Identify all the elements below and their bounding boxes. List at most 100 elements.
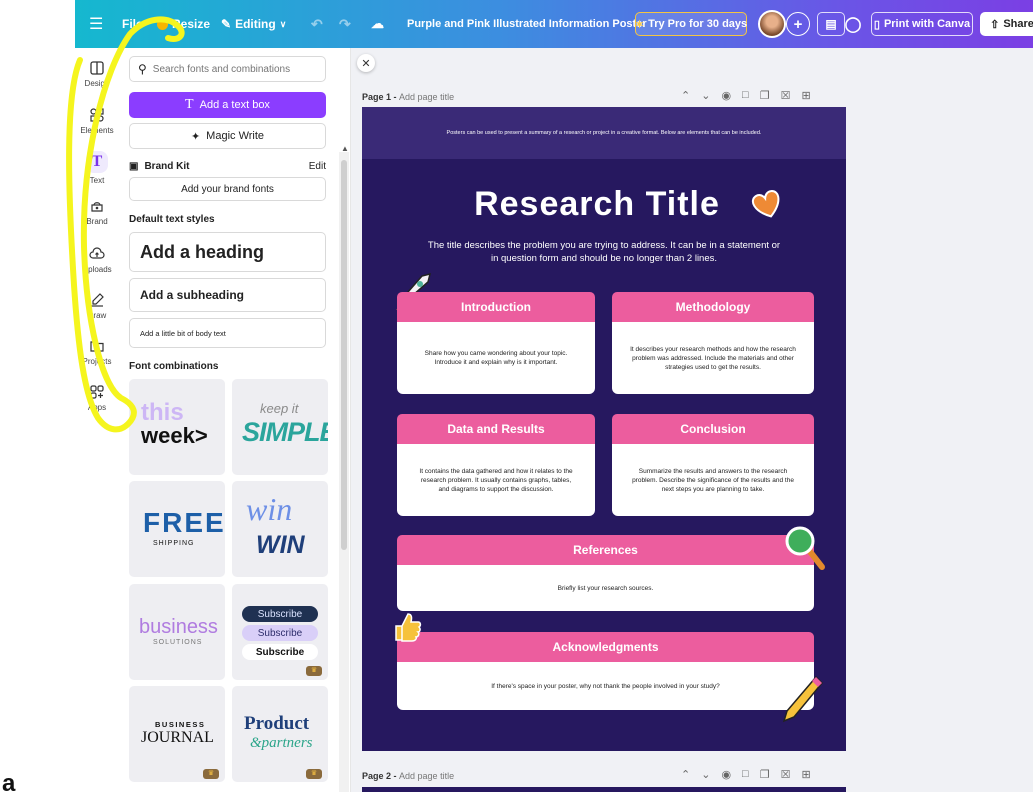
resize-button[interactable]: Resize [157, 0, 210, 48]
add-heading-button[interactable]: Add a heading [129, 232, 326, 272]
data-results-heading: Data and Results [447, 422, 545, 436]
font-combo-free-shipping[interactable]: FREE SHIPPING [129, 481, 225, 577]
poster-page-2[interactable] [362, 787, 846, 792]
data-results-card-body[interactable]: It contains the data gathered and how it… [397, 444, 595, 516]
cloud-sync-icon[interactable]: ☁ [371, 0, 384, 48]
menu-icon[interactable]: ☰ [89, 0, 103, 48]
introduction-heading: Introduction [461, 300, 531, 314]
font-combo-product-partners[interactable]: Product &partners ♛ [232, 686, 328, 782]
add-brand-fonts-label: Add your brand fonts [181, 183, 274, 195]
poster-page-1[interactable]: Posters can be used to present a summary… [362, 107, 846, 751]
pro-crown-icon: ♛ [306, 769, 322, 779]
tile-text-subscribe-white: Subscribe [242, 644, 318, 660]
lock-icon[interactable]: □ [742, 89, 749, 102]
references-card-body[interactable]: Briefly list your research sources. [397, 565, 814, 611]
rail-item-brand[interactable]: Brand [75, 198, 119, 226]
editing-dropdown[interactable]: ✎ Editing ∨ [221, 0, 286, 48]
rail-item-elements[interactable]: Elements [75, 107, 119, 135]
add-subheading-button[interactable]: Add a subheading [129, 278, 326, 312]
page-2-toolbar: ⌃ ⌄ ◉ □ ❐ ☒ ⊞ [681, 768, 811, 781]
font-combo-win-win[interactable]: win WIN [232, 481, 328, 577]
conclusion-card-body[interactable]: Summarize the results and answers to the… [612, 444, 814, 516]
add-brand-fonts-button[interactable]: Add your brand fonts [129, 177, 326, 201]
page-2-label: Page 2 - [362, 771, 397, 781]
comment-icon[interactable]: ◯ [840, 12, 866, 36]
page-2-title-input[interactable]: Add page title [399, 771, 454, 781]
methodology-heading: Methodology [675, 300, 751, 314]
rail-item-uploads[interactable]: Uploads [75, 246, 119, 274]
introduction-card-header[interactable]: Introduction [397, 292, 595, 322]
acknowledgments-card-body[interactable]: If there's space in your poster, why not… [397, 662, 814, 710]
brand-kit-icon: ▣ [129, 160, 139, 172]
add-page-icon[interactable]: ⊞ [801, 89, 810, 102]
rail-item-design[interactable]: Design [75, 60, 119, 88]
pro-crown-icon: ♛ [306, 666, 322, 676]
panel-scrollbar[interactable] [339, 152, 349, 792]
tile-text-business: business [139, 616, 218, 638]
add-collaborator-icon[interactable]: + [786, 12, 810, 36]
delete-icon[interactable]: ☒ [781, 89, 791, 102]
share-button[interactable]: ⇧ Share [980, 12, 1033, 36]
search-box[interactable]: ⚲ [129, 56, 326, 82]
add-body-text-button[interactable]: Add a little bit of body text [129, 318, 326, 348]
tile-text-shipping: SHIPPING [153, 540, 195, 547]
methodology-card-body[interactable]: It describes your research methods and h… [612, 322, 814, 394]
panel-scrollbar-thumb[interactable] [341, 160, 347, 550]
introduction-card-body[interactable]: Share how you came wondering about your … [397, 322, 595, 394]
print-with-canva-button[interactable]: ▯ Print with Canva [871, 12, 973, 36]
rail-label-apps: Apps [87, 403, 107, 412]
tile-text-simple: SIMPLE [242, 417, 328, 447]
rail-item-draw[interactable]: Draw [75, 292, 119, 320]
file-menu[interactable]: File [122, 0, 143, 48]
move-up-icon[interactable]: ⌃ [681, 89, 690, 102]
shapes-icon [90, 108, 104, 122]
document-title[interactable]: Purple and Pink Illustrated Information … [407, 0, 647, 48]
tile-text-free: FREE [143, 507, 225, 538]
duplicate-icon[interactable]: ❐ [760, 89, 770, 102]
data-results-card-header[interactable]: Data and Results [397, 414, 595, 444]
tile-text-business-journal-top: BUSINESS [155, 720, 206, 729]
hide-icon[interactable]: ◉ [721, 768, 731, 781]
cloud-upload-icon [89, 247, 105, 259]
page-1-title-input[interactable]: Add page title [399, 92, 454, 102]
try-pro-button[interactable]: ✶ Try Pro for 30 days [635, 12, 747, 36]
move-down-icon[interactable]: ⌄ [701, 89, 710, 102]
pro-crown-icon: ♛ [203, 769, 219, 779]
share-icon: ⇧ [990, 18, 1000, 31]
rail-item-text[interactable]: T Text [75, 151, 119, 185]
conclusion-card-header[interactable]: Conclusion [612, 414, 814, 444]
font-combo-business-solutions[interactable]: business SOLUTIONS [129, 584, 225, 680]
acknowledgments-card-header[interactable]: Acknowledgments [397, 632, 814, 662]
brand-icon [91, 202, 103, 212]
share-label: Share [1003, 18, 1033, 30]
move-down-icon[interactable]: ⌄ [701, 768, 710, 781]
move-up-icon[interactable]: ⌃ [681, 768, 690, 781]
magic-write-button[interactable]: ✦ Magic Write [129, 123, 326, 149]
add-page-icon[interactable]: ⊞ [801, 768, 810, 781]
font-combo-keep-it-simple[interactable]: keep it SIMPLE [232, 379, 328, 475]
font-combo-this-week[interactable]: this week> [129, 379, 225, 475]
undo-icon[interactable]: ↶ [311, 0, 323, 48]
tile-text-product: Product [244, 713, 310, 734]
references-heading: References [573, 543, 638, 557]
heart-sticker-icon [751, 190, 780, 218]
add-text-box-button[interactable]: T Add a text box [129, 92, 326, 118]
rail-item-projects[interactable]: Projects [75, 338, 119, 366]
magic-wand-icon: ✦ [190, 130, 201, 143]
redo-icon[interactable]: ↷ [339, 0, 351, 48]
search-input[interactable] [152, 63, 313, 75]
references-card-header[interactable]: References [397, 535, 814, 565]
rail-label-elements: Elements [80, 126, 114, 135]
lock-icon[interactable]: □ [742, 768, 749, 781]
font-combo-business-journal[interactable]: BUSINESS JOURNAL ♛ [129, 686, 225, 782]
hide-icon[interactable]: ◉ [721, 89, 731, 102]
brand-kit-edit-link[interactable]: Edit [309, 161, 326, 172]
close-panel-button[interactable]: ✕ [357, 54, 375, 72]
avatar[interactable] [758, 10, 786, 38]
poster-subtitle[interactable]: The title describes the problem you are … [426, 239, 782, 265]
methodology-card-header[interactable]: Methodology [612, 292, 814, 322]
rail-item-apps[interactable]: Apps [75, 384, 119, 412]
font-combo-subscribe[interactable]: Subscribe Subscribe Subscribe ♛ [232, 584, 328, 680]
duplicate-icon[interactable]: ❐ [760, 768, 770, 781]
delete-icon[interactable]: ☒ [781, 768, 791, 781]
